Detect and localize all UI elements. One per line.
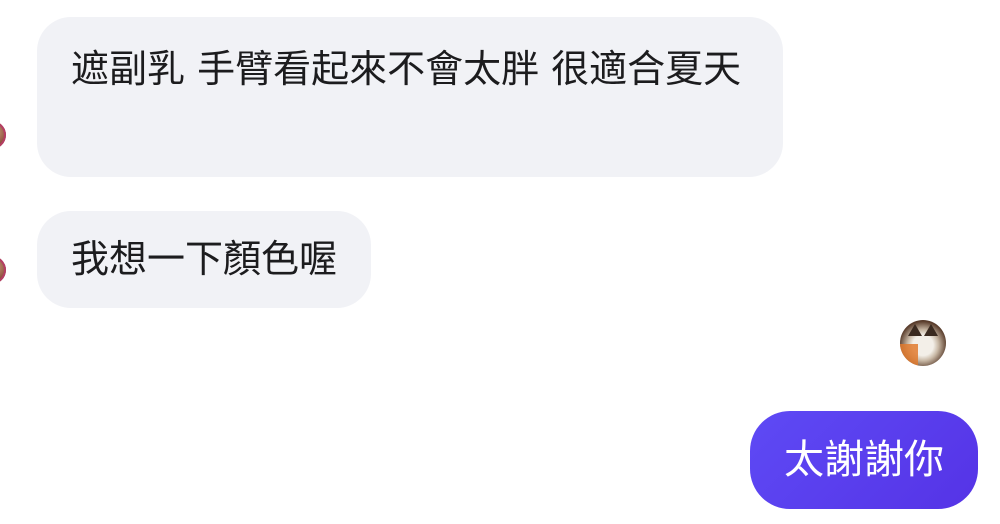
avatar-accent <box>900 344 918 366</box>
chat-thread: 遮副乳 手臂看起來不會太胖 很適合夏天 我想一下顏色喔 太謝謝你 <box>0 0 1000 524</box>
peer-avatar[interactable] <box>0 121 6 149</box>
cat-ear-icon <box>924 324 938 336</box>
peer-avatar[interactable] <box>0 256 6 284</box>
cat-ear-icon <box>908 324 922 336</box>
incoming-message[interactable]: 我想一下顏色喔 <box>37 211 372 308</box>
seen-receipt-avatar <box>900 320 946 366</box>
incoming-message[interactable]: 遮副乳 手臂看起來不會太胖 很適合夏天 <box>37 17 783 177</box>
outgoing-message[interactable]: 太謝謝你 <box>750 411 978 509</box>
